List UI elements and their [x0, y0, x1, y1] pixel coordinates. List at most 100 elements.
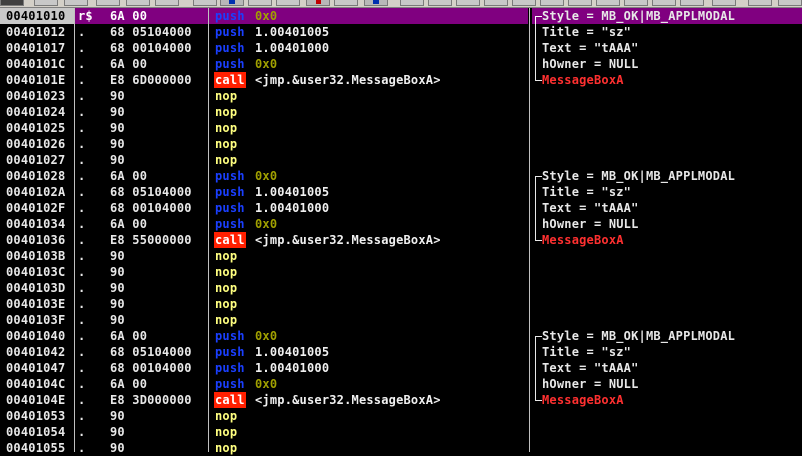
column-divider[interactable]	[529, 8, 530, 452]
toolbar-button[interactable]	[484, 0, 508, 6]
toolbar-button[interactable]	[155, 0, 179, 6]
toolbar-button[interactable]	[568, 0, 592, 6]
mnemonic[interactable]: push	[214, 184, 246, 200]
mnemonic[interactable]: push	[214, 216, 246, 232]
operand[interactable]: 0x0	[255, 376, 277, 392]
operand[interactable]: 0x0	[255, 216, 277, 232]
mnemonic[interactable]: nop	[214, 136, 238, 152]
toolbar-button[interactable]	[748, 0, 772, 6]
hex-bytes[interactable]: 90	[110, 424, 125, 440]
mnemonic[interactable]: call	[214, 232, 246, 248]
code-row[interactable]: 00401053. 90 nop	[0, 408, 802, 424]
address-cell[interactable]: 0040103F	[0, 312, 74, 328]
comment[interactable]: Style = MB_OK|MB_APPLMODAL	[542, 8, 735, 24]
address-cell[interactable]: 00401036	[0, 232, 74, 248]
comment[interactable]: Title = "sz"	[542, 344, 631, 360]
address-cell[interactable]: 00401028	[0, 168, 74, 184]
mnemonic[interactable]: nop	[214, 408, 238, 424]
mnemonic[interactable]: nop	[214, 440, 238, 456]
address-cell[interactable]: 00401027	[0, 152, 74, 168]
address-cell[interactable]: 00401040	[0, 328, 74, 344]
code-row[interactable]: 00401055. 90 nop	[0, 440, 802, 456]
code-row[interactable]: 00401023. 90 nop	[0, 88, 802, 104]
operand[interactable]: 0x0	[255, 8, 277, 24]
mnemonic[interactable]: push	[214, 376, 246, 392]
toolbar-button[interactable]	[248, 0, 272, 6]
toolbar-button[interactable]	[456, 0, 480, 6]
mnemonic[interactable]: nop	[214, 120, 238, 136]
operand[interactable]: <jmp.&user32.MessageBoxA>	[255, 232, 441, 248]
toolbar-button[interactable]	[512, 0, 536, 6]
mnemonic[interactable]: nop	[214, 104, 238, 120]
code-row[interactable]: 0040103B. 90 nop	[0, 248, 802, 264]
address-cell[interactable]: 00401026	[0, 136, 74, 152]
code-row[interactable]: 00401010 r$ 6A 00 push 0x0 Style = MB_OK|MB_A…	[0, 8, 802, 25]
comment[interactable]: hOwner = NULL	[542, 56, 639, 72]
hex-bytes[interactable]: 90	[110, 152, 125, 168]
disassembly-pane[interactable]: 00401010 r$ 6A 00 push 0x0 Style = MB_OK|MB_A…	[0, 8, 802, 455]
code-row[interactable]: 0040103C. 90 nop	[0, 264, 802, 280]
code-row[interactable]: 0040104C. 6A 00 push 0x0 hOwner = NULL	[0, 376, 802, 392]
hex-bytes[interactable]: 90	[110, 136, 125, 152]
column-divider[interactable]	[74, 8, 75, 452]
mnemonic[interactable]: call	[214, 392, 246, 408]
hex-bytes[interactable]: 90	[110, 408, 125, 424]
code-row[interactable]: 00401012. 68 05104000 push 1.00401005 Title …	[0, 24, 802, 40]
mnemonic[interactable]: nop	[214, 88, 238, 104]
toolbar-button[interactable]	[334, 0, 358, 6]
code-row[interactable]: 0040104E. E8 3D000000 call <jmp.&user32.Mes…	[0, 392, 802, 408]
operand[interactable]: 1.00401005	[255, 344, 329, 360]
toolbar-button[interactable]	[778, 0, 802, 6]
operand[interactable]: 1.00401000	[255, 40, 329, 56]
mnemonic[interactable]: push	[214, 40, 246, 56]
mnemonic[interactable]: nop	[214, 280, 238, 296]
hex-bytes[interactable]: 90	[110, 440, 125, 456]
address-cell[interactable]: 00401047	[0, 360, 74, 376]
hex-bytes[interactable]: 90	[110, 296, 125, 312]
toolbar-button[interactable]	[0, 0, 24, 6]
code-row[interactable]: 00401024. 90 nop	[0, 104, 802, 120]
code-row[interactable]: 0040103F. 90 nop	[0, 312, 802, 328]
hex-bytes[interactable]: 6A 00	[110, 376, 147, 392]
column-divider[interactable]	[208, 8, 209, 452]
hex-bytes[interactable]: 90	[110, 120, 125, 136]
address-cell[interactable]: 0040103B	[0, 248, 74, 264]
address-cell[interactable]: 0040103C	[0, 264, 74, 280]
toolbar-button[interactable]	[712, 0, 736, 6]
mnemonic[interactable]: push	[214, 168, 246, 184]
hex-bytes[interactable]: 6A 00	[110, 8, 147, 24]
comment[interactable]: Title = "sz"	[542, 24, 631, 40]
address-cell[interactable]: 00401034	[0, 216, 74, 232]
address-cell[interactable]: 00401012	[0, 24, 74, 40]
toolbar-button[interactable]	[400, 0, 424, 6]
address-cell[interactable]: 0040104C	[0, 376, 74, 392]
operand[interactable]: <jmp.&user32.MessageBoxA>	[255, 392, 441, 408]
address-cell[interactable]: 0040101E	[0, 72, 74, 88]
mnemonic[interactable]: nop	[214, 296, 238, 312]
operand[interactable]: 1.00401005	[255, 184, 329, 200]
address-cell[interactable]: 0040102A	[0, 184, 74, 200]
toolbar-button[interactable]	[34, 0, 58, 6]
hex-bytes[interactable]: 90	[110, 88, 125, 104]
hex-bytes[interactable]: 6A 00	[110, 56, 147, 72]
hex-bytes[interactable]: 90	[110, 248, 125, 264]
mnemonic[interactable]: push	[214, 24, 246, 40]
comment[interactable]: hOwner = NULL	[542, 216, 639, 232]
code-row[interactable]: 00401017. 68 00104000 push 1.00401000 Text =…	[0, 40, 802, 56]
hex-bytes[interactable]: 68 00104000	[110, 40, 192, 56]
toolbar-button[interactable]	[220, 0, 244, 6]
mnemonic[interactable]: nop	[214, 424, 238, 440]
code-row[interactable]: 00401042. 68 05104000 push 1.00401005 Title …	[0, 344, 802, 360]
hex-bytes[interactable]: 68 05104000	[110, 184, 192, 200]
hex-bytes[interactable]: 90	[110, 280, 125, 296]
address-cell[interactable]: 00401017	[0, 40, 74, 56]
address-cell[interactable]: 00401042	[0, 344, 74, 360]
code-row[interactable]: 00401028. 6A 00 push 0x0 Style = MB_OK|MB_AP…	[0, 168, 802, 185]
operand[interactable]: 0x0	[255, 56, 277, 72]
comment[interactable]: Text = "tAAA"	[542, 40, 639, 56]
toolbar-button[interactable]	[193, 0, 217, 6]
code-row[interactable]: 0040101C. 6A 00 push 0x0 hOwner = NULL	[0, 56, 802, 72]
toolbar-button[interactable]	[64, 0, 88, 6]
mnemonic[interactable]: push	[214, 56, 246, 72]
address-cell[interactable]: 00401024	[0, 104, 74, 120]
